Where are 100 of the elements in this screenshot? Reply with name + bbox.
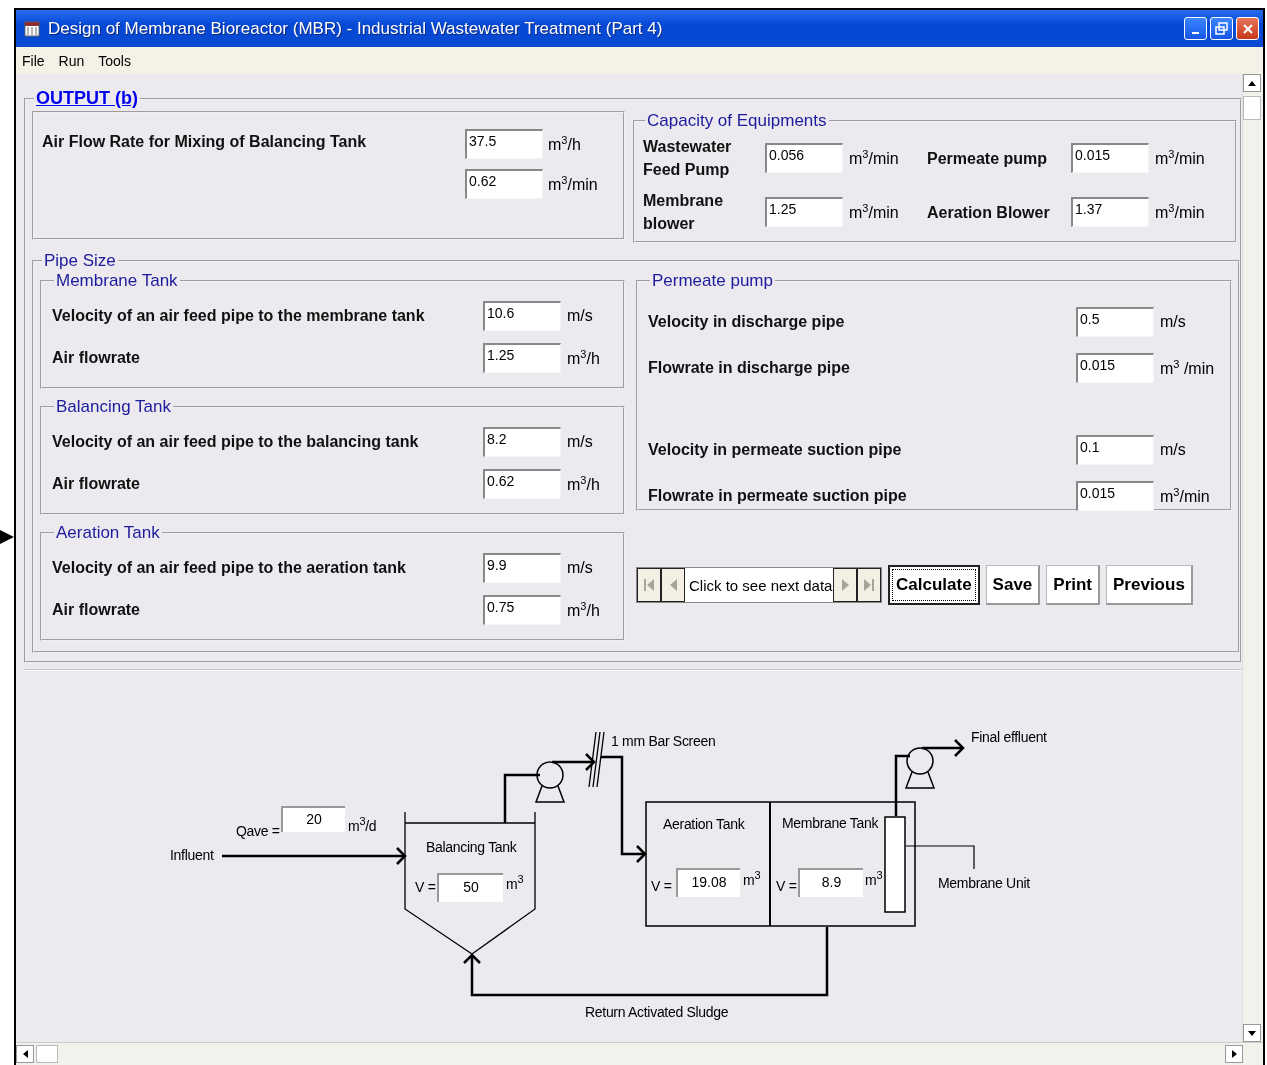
value-field[interactable]: 1.25 xyxy=(483,343,561,373)
value-field[interactable]: 0.015 xyxy=(1076,481,1154,511)
unit-label: m$^{3}$ /min xyxy=(1160,357,1216,379)
right-arrow-icon xyxy=(1231,1050,1237,1058)
pump-icon xyxy=(534,761,566,803)
value-field[interactable]: 0.015 xyxy=(1076,353,1154,383)
field-label: Velocity in discharge pipe xyxy=(648,313,846,331)
stream-label: Return Activated Sludge xyxy=(585,1004,729,1020)
field-label: Air flowrate xyxy=(52,349,141,367)
horizontal-scrollbar[interactable] xyxy=(16,1042,1263,1065)
value-field[interactable]: 19.08 xyxy=(676,868,740,897)
field-label: V = xyxy=(776,878,797,894)
window-title: Design of Membrane Bioreactor (MBR) - Industrial Wastewater Treatment (Part 4) xyxy=(48,18,663,39)
menu-item[interactable]: Tools xyxy=(98,52,131,69)
unit-label: m/s xyxy=(1160,313,1187,331)
field-label: V = xyxy=(651,878,672,894)
value-field[interactable]: 50 xyxy=(437,873,503,902)
unit-label: m/s xyxy=(567,307,594,325)
close-icon xyxy=(1241,22,1254,35)
minimize-icon xyxy=(1192,31,1199,34)
unit-label: m$^{3}$/min xyxy=(849,201,900,223)
value-field[interactable]: 8.9 xyxy=(798,868,863,897)
action-button[interactable]: Print xyxy=(1046,565,1101,605)
menu-item[interactable]: Run xyxy=(58,52,85,69)
tank-label: Membrane Tank xyxy=(782,815,879,831)
field-label: Wastewater Feed Pump xyxy=(643,137,733,180)
action-button[interactable]: Calculate xyxy=(888,565,980,605)
unit-label: m/s xyxy=(1160,441,1187,459)
group-title: Permeate pump xyxy=(651,271,774,291)
scroll-down-button[interactable] xyxy=(1243,1024,1261,1042)
scroll-up-button[interactable] xyxy=(1243,74,1261,92)
unit-label: m$^{3}$/d xyxy=(348,815,377,834)
scroll-left-button[interactable] xyxy=(16,1045,34,1063)
previous-record-icon xyxy=(668,577,678,593)
value-field[interactable]: 10.6 xyxy=(483,301,561,331)
action-button[interactable]: Save xyxy=(985,565,1041,605)
value-field[interactable]: 0.056 xyxy=(765,143,843,173)
field-label: V = xyxy=(415,879,436,895)
stream-label: Final effluent xyxy=(971,729,1047,745)
field-label: Air flowrate xyxy=(52,475,141,493)
restore-button[interactable] xyxy=(1210,17,1233,40)
value-field[interactable]: 0.5 xyxy=(1076,307,1154,337)
scroll-thumb[interactable] xyxy=(36,1045,58,1063)
value-field[interactable]: 0.015 xyxy=(1071,143,1149,173)
value-field[interactable]: 1.25 xyxy=(765,197,843,227)
value-field[interactable]: 8.2 xyxy=(483,427,561,457)
flow-arrow xyxy=(922,739,965,757)
last-record-icon xyxy=(863,577,875,593)
bar-screen-icon xyxy=(588,731,605,788)
previous-record-button[interactable] xyxy=(661,568,685,602)
tank-label: Balancing Tank xyxy=(426,839,517,855)
unit-label: m$^{3}$ xyxy=(743,869,761,888)
scroll-thumb[interactable] xyxy=(1243,96,1261,120)
value-field[interactable]: 20 xyxy=(281,806,345,832)
first-record-icon xyxy=(643,577,655,593)
unit-label: m$^{3}$/h xyxy=(567,599,601,621)
group-title: OUTPUT (b) xyxy=(35,88,139,109)
value-field[interactable]: 0.62 xyxy=(483,469,561,499)
unit-label: m$^{3}$/min xyxy=(548,173,598,195)
first-record-button[interactable] xyxy=(637,568,661,602)
field-label: Air flowrate xyxy=(52,601,141,619)
unit-label: m$^{3}$/min xyxy=(849,147,900,169)
vertical-scrollbar[interactable] xyxy=(1242,74,1263,1042)
up-arrow-icon xyxy=(1248,80,1256,86)
equipment-label: 1 mm Bar Screen xyxy=(611,733,716,749)
minimize-button[interactable] xyxy=(1184,17,1207,40)
field-label: Air Flow Rate for Mixing of Balancing Tank xyxy=(42,132,368,152)
value-field[interactable]: 0.62 xyxy=(465,169,543,199)
field-label: Velocity of an air feed pipe to the balancing tank xyxy=(52,433,420,451)
next-record-button[interactable] xyxy=(833,568,857,602)
tank-label: Aeration Tank xyxy=(663,816,745,832)
field-label: Membrane blower xyxy=(643,191,725,234)
close-button[interactable] xyxy=(1236,17,1259,40)
unit-label: m$^{3}$ xyxy=(506,873,524,892)
leader-line xyxy=(905,845,975,870)
field-label: Qave = xyxy=(236,823,280,839)
unit-label: m$^{3}$/min xyxy=(1160,485,1211,507)
field-label: Aeration Blower xyxy=(927,202,1051,223)
value-field[interactable]: 9.9 xyxy=(483,553,561,583)
field-label: Velocity of an air feed pipe to the membrane tank xyxy=(52,307,426,325)
value-field[interactable]: 37.5 xyxy=(465,129,543,159)
next-record-icon xyxy=(840,577,850,593)
navigator-caption: Click to see next data xyxy=(688,575,833,596)
scroll-right-button[interactable] xyxy=(1225,1045,1243,1063)
menu-item[interactable]: File xyxy=(22,52,45,69)
group-title: Capacity of Equipments xyxy=(646,111,828,131)
last-record-button[interactable] xyxy=(857,568,881,602)
value-field[interactable]: 0.1 xyxy=(1076,435,1154,465)
value-field[interactable]: 1.37 xyxy=(1071,197,1149,227)
field-label: Velocity of an air feed pipe to the aeration tank xyxy=(52,559,407,577)
flow-arrow xyxy=(552,753,596,771)
group-title: Aeration Tank xyxy=(55,523,161,543)
group-title: Pipe Size xyxy=(43,251,117,271)
unit-label: m$^{3}$/h xyxy=(548,133,581,155)
unit-label: m/s xyxy=(567,433,594,451)
action-button[interactable]: Previous xyxy=(1106,565,1193,605)
field-label: Flowrate in discharge pipe xyxy=(648,359,851,377)
restore-icon xyxy=(1215,22,1228,35)
value-field[interactable]: 0.75 xyxy=(483,595,561,625)
group-title: Membrane Tank xyxy=(55,271,179,291)
